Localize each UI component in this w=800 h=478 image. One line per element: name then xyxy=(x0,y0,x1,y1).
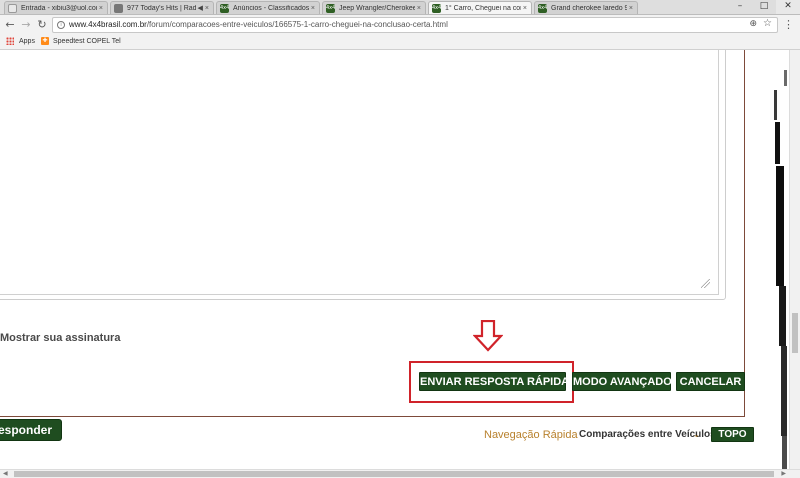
vertical-scrollbar[interactable] xyxy=(789,50,800,469)
zoom-icon[interactable]: ⊕ xyxy=(749,19,757,29)
apps-grid-icon xyxy=(6,37,14,45)
close-icon[interactable]: × xyxy=(205,5,209,12)
4x4-icon: 4x4 xyxy=(538,3,548,13)
page-content: Mostrar sua assinatura ENVIAR RESPOSTA R… xyxy=(0,50,789,469)
close-icon[interactable]: × xyxy=(523,5,527,12)
vertical-scroll-thumb[interactable] xyxy=(792,313,798,353)
close-icon[interactable]: × xyxy=(629,5,633,12)
back-icon[interactable]: ← xyxy=(3,18,17,32)
side-background-image xyxy=(766,50,789,469)
cancel-button[interactable]: CANCELAR xyxy=(676,372,745,391)
4x4-icon: 4x4 xyxy=(432,3,442,13)
annotation-arrow-icon xyxy=(473,320,503,352)
close-icon[interactable]: × xyxy=(99,5,103,12)
send-quick-reply-button[interactable]: ENVIAR RESPOSTA RÁPIDA xyxy=(419,372,569,391)
radio-icon xyxy=(114,3,123,13)
menu-icon[interactable]: ⋮ xyxy=(783,18,794,31)
address-bar[interactable]: i www.4x4brasil.com.br/forum/comparacoes… xyxy=(52,17,778,33)
horizontal-scroll-thumb[interactable] xyxy=(14,471,774,477)
bookmark-star-icon[interactable]: ☆ xyxy=(763,18,772,29)
message-editor xyxy=(0,50,726,300)
tab-title: Grand cherokee laredo 96 xyxy=(551,4,627,12)
bookmark-speedtest[interactable]: ✚ Speedtest COPEL Tel xyxy=(41,37,121,45)
mail-icon xyxy=(8,3,17,13)
4x4-icon: 4x4 xyxy=(326,3,336,13)
tab-strip: Entrada - xibiu3@uol.com.br × 977 Today'… xyxy=(0,0,800,15)
tab-radio[interactable]: 977 Today's Hits | Radio ◀ × xyxy=(110,1,214,14)
new-tab-button[interactable] xyxy=(640,1,656,14)
reply-button[interactable]: esponder xyxy=(0,419,62,441)
chevron-down-icon[interactable]: ⌄ xyxy=(693,430,700,439)
tab-title: 1° Carro, Cheguei na conclusão xyxy=(445,4,521,12)
tab-grand-cherokee[interactable]: 4x4 Grand cherokee laredo 96 × xyxy=(534,1,638,14)
tab-jeep-wrangler[interactable]: 4x4 Jeep Wrangler/Cherokee × xyxy=(322,1,426,14)
bookmarks-bar: Apps ✚ Speedtest COPEL Tel xyxy=(0,35,800,50)
4x4-icon: 4x4 xyxy=(220,3,230,13)
speedtest-icon: ✚ xyxy=(41,37,49,45)
show-signature-option[interactable]: Mostrar sua assinatura xyxy=(0,332,120,344)
tab-title: Jeep Wrangler/Cherokee xyxy=(339,4,415,12)
top-button[interactable]: TOPO xyxy=(711,427,754,442)
quick-navigation-label: Navegação Rápida xyxy=(484,429,578,441)
minimize-icon[interactable]: – xyxy=(728,0,752,14)
forward-icon[interactable]: → xyxy=(19,18,33,32)
browser-toolbar: ← → ↻ i www.4x4brasil.com.br/forum/compa… xyxy=(0,15,800,35)
url-host: www.4x4brasil.com.br xyxy=(69,20,147,29)
message-textarea[interactable] xyxy=(0,50,719,295)
bookmark-label: Speedtest COPEL Tel xyxy=(53,37,121,45)
reload-icon[interactable]: ↻ xyxy=(35,18,49,32)
window-controls: – □ ✕ xyxy=(728,0,800,14)
speaker-icon[interactable]: ◀ xyxy=(198,4,203,12)
scroll-left-icon[interactable]: ◀ xyxy=(3,470,8,477)
url-path: /forum/comparacoes-entre-veiculos/166575… xyxy=(146,20,448,29)
close-icon[interactable]: × xyxy=(311,5,315,12)
tab-primeiro-carro[interactable]: 4x4 1° Carro, Cheguei na conclusão × xyxy=(428,1,532,14)
tab-title: Entrada - xibiu3@uol.com.br xyxy=(21,4,97,12)
tab-anuncios[interactable]: 4x4 Anúncios - Classificados × xyxy=(216,1,320,14)
advanced-mode-button[interactable]: MODO AVANÇADO xyxy=(572,372,672,391)
resize-handle[interactable] xyxy=(701,279,710,288)
close-window-icon[interactable]: ✕ xyxy=(776,0,800,14)
info-icon[interactable]: i xyxy=(57,21,65,29)
tab-title: Anúncios - Classificados xyxy=(233,4,309,12)
horizontal-scrollbar[interactable]: ◀ ▶ xyxy=(0,469,800,478)
maximize-icon[interactable]: □ xyxy=(752,0,776,14)
scroll-right-icon[interactable]: ▶ xyxy=(781,470,786,477)
tab-email[interactable]: Entrada - xibiu3@uol.com.br × xyxy=(4,1,108,14)
tab-title: 977 Today's Hits | Radio xyxy=(127,4,196,12)
bookmark-apps[interactable]: Apps xyxy=(6,37,35,45)
url-text: www.4x4brasil.com.br/forum/comparacoes-e… xyxy=(69,20,448,29)
bookmark-label: Apps xyxy=(19,37,35,45)
close-icon[interactable]: × xyxy=(417,5,421,12)
